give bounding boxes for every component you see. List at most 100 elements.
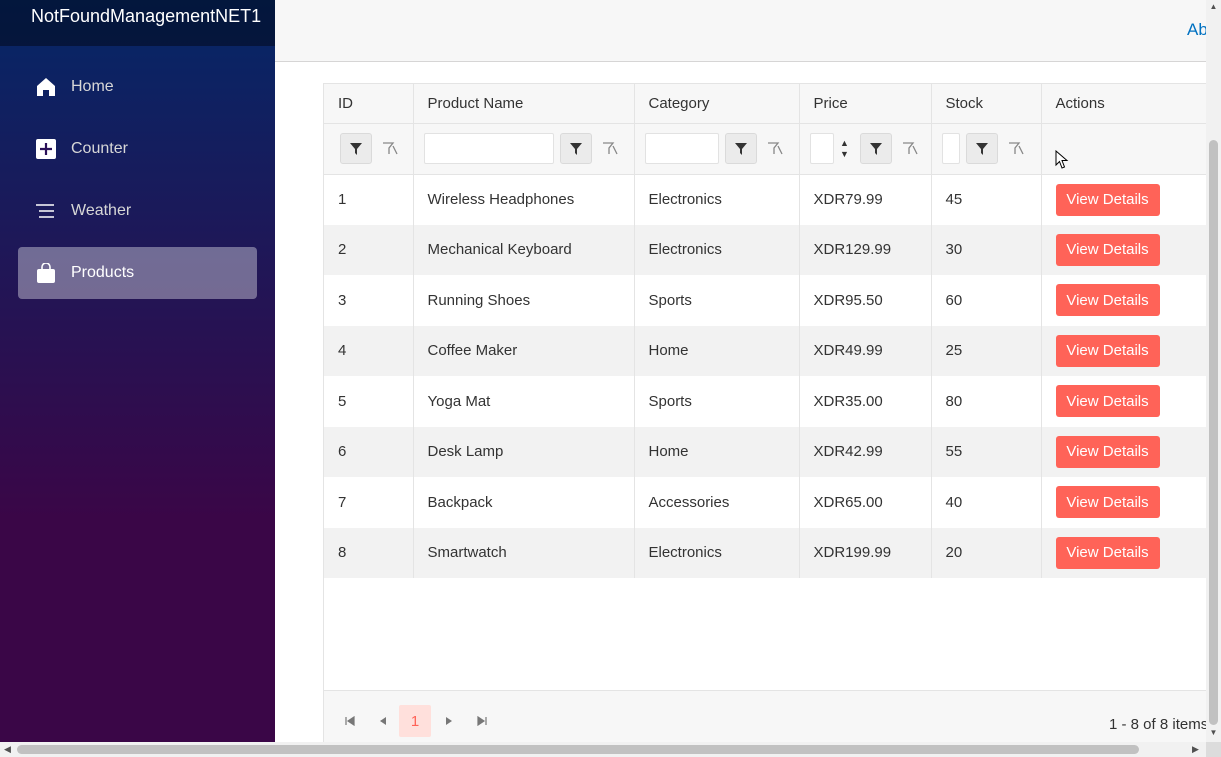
sidebar-item-label: Products — [71, 264, 135, 281]
table-row[interactable]: 2 Mechanical Keyboard Electronics XDR129.99… — [324, 224, 1206, 275]
cell-actions: View Details — [1041, 426, 1206, 477]
column-header-category[interactable]: Category — [634, 84, 800, 124]
view-details-button[interactable]: View Details — [1055, 183, 1160, 216]
clear-filter-icon[interactable] — [594, 133, 626, 164]
vertical-scroll-thumb[interactable] — [1209, 140, 1218, 725]
cell-product-name: Backpack — [413, 477, 635, 528]
filter-input-product-name[interactable] — [423, 133, 554, 164]
clear-filter-icon[interactable] — [759, 133, 791, 164]
column-header-stock[interactable]: Stock — [931, 84, 1042, 124]
cell-price: XDR79.99 — [799, 174, 932, 225]
previous-page-icon[interactable] — [367, 705, 399, 737]
view-details-button[interactable]: View Details — [1055, 536, 1160, 569]
view-details-button[interactable]: View Details — [1055, 334, 1160, 367]
filter-input-stock[interactable] — [941, 133, 960, 164]
cell-product-name: Wireless Headphones — [413, 174, 635, 225]
view-details-button[interactable]: View Details — [1055, 385, 1160, 418]
clear-filter-icon[interactable] — [894, 133, 926, 164]
view-details-button[interactable]: View Details — [1055, 233, 1160, 266]
cell-id: 1 — [324, 174, 414, 225]
cell-category: Home — [634, 325, 800, 376]
cell-id: 3 — [324, 275, 414, 326]
next-page-icon[interactable] — [433, 705, 465, 737]
filter-icon[interactable] — [965, 133, 998, 164]
cell-id: 6 — [324, 426, 414, 477]
cell-stock: 30 — [931, 224, 1042, 275]
about-link[interactable]: Ab — [1187, 20, 1206, 40]
filter-cell-price: ▲ ▼ — [799, 123, 932, 175]
plus-square-icon — [36, 139, 56, 159]
table-row[interactable]: 1 Wireless Headphones Electronics XDR79.99 4… — [324, 174, 1206, 225]
horizontal-scroll-thumb[interactable] — [17, 745, 1139, 754]
cell-category: Sports — [634, 275, 800, 326]
first-page-icon[interactable] — [334, 705, 366, 737]
scroll-right-icon[interactable]: ▶ — [1192, 744, 1199, 755]
sidebar-item-label: Weather — [71, 202, 132, 219]
cell-product-name: Smartwatch — [413, 527, 635, 578]
filter-icon[interactable] — [859, 133, 892, 164]
shopping-bag-icon — [36, 263, 56, 283]
cell-category: Sports — [634, 376, 800, 427]
cell-actions: View Details — [1041, 477, 1206, 528]
column-header-actions: Actions — [1041, 84, 1206, 124]
cell-actions: View Details — [1041, 224, 1206, 275]
app-brand[interactable]: NotFoundManagementNET1 — [0, 0, 275, 46]
horizontal-scrollbar[interactable]: ◀ ▶ — [0, 742, 1206, 757]
clear-filter-icon[interactable] — [374, 133, 406, 164]
filter-cell-product-name — [413, 123, 635, 175]
filter-cell-category — [634, 123, 800, 175]
nav-menu: Home Counter Weather Products — [0, 46, 275, 299]
cell-stock: 55 — [931, 426, 1042, 477]
filter-icon[interactable] — [340, 133, 372, 164]
filter-icon[interactable] — [724, 133, 757, 164]
last-page-icon[interactable] — [466, 705, 498, 737]
cell-id: 5 — [324, 376, 414, 427]
scroll-down-icon[interactable]: ▼ — [1206, 728, 1221, 737]
cell-category: Home — [634, 426, 800, 477]
cell-actions: View Details — [1041, 527, 1206, 578]
cell-price: XDR49.99 — [799, 325, 932, 376]
pager-info: 1 - 8 of 8 items — [1109, 716, 1206, 733]
column-header-product-name[interactable]: Product Name — [413, 84, 635, 124]
column-header-id[interactable]: ID — [324, 84, 414, 124]
view-details-button[interactable]: View Details — [1055, 284, 1160, 317]
table-row[interactable]: 6 Desk Lamp Home XDR42.99 55 View Details — [324, 426, 1206, 477]
sidebar: NotFoundManagementNET1 Home Counter Weat… — [0, 0, 275, 742]
cell-stock: 20 — [931, 527, 1042, 578]
cell-product-name: Running Shoes — [413, 275, 635, 326]
cell-product-name: Desk Lamp — [413, 426, 635, 477]
cell-price: XDR199.99 — [799, 527, 932, 578]
filter-cell-stock — [931, 123, 1042, 175]
sidebar-item-home[interactable]: Home — [18, 61, 257, 113]
filter-cell-id — [324, 123, 414, 175]
cell-price: XDR42.99 — [799, 426, 932, 477]
vertical-scrollbar[interactable]: ▲ ▼ — [1206, 0, 1221, 742]
scrollbar-corner — [1206, 742, 1221, 757]
numeric-spinner-icon[interactable]: ▲ ▼ — [836, 133, 854, 164]
clear-filter-icon[interactable] — [1000, 133, 1032, 164]
filter-input-category[interactable] — [644, 133, 719, 164]
filter-icon[interactable] — [559, 133, 592, 164]
main-content: Ab ID Product Name Category Price Stock … — [275, 0, 1206, 742]
scroll-up-icon[interactable]: ▲ — [1206, 2, 1221, 11]
view-details-button[interactable]: View Details — [1055, 435, 1160, 468]
scroll-left-icon[interactable]: ◀ — [4, 744, 11, 755]
cell-actions: View Details — [1041, 376, 1206, 427]
table-row[interactable]: 4 Coffee Maker Home XDR49.99 25 View Details — [324, 325, 1206, 376]
sidebar-item-counter[interactable]: Counter — [18, 123, 257, 175]
sidebar-item-weather[interactable]: Weather — [18, 185, 257, 237]
cell-product-name: Mechanical Keyboard — [413, 224, 635, 275]
cell-stock: 80 — [931, 376, 1042, 427]
table-row[interactable]: 8 Smartwatch Electronics XDR199.99 20 View De… — [324, 527, 1206, 578]
cell-actions: View Details — [1041, 275, 1206, 326]
filter-input-price[interactable] — [809, 133, 834, 164]
column-header-price[interactable]: Price — [799, 84, 932, 124]
sidebar-item-products[interactable]: Products — [18, 247, 257, 299]
table-row[interactable]: 5 Yoga Mat Sports XDR35.00 80 View Details — [324, 376, 1206, 427]
table-row[interactable]: 3 Running Shoes Sports XDR95.50 60 View Detai… — [324, 275, 1206, 326]
view-details-button[interactable]: View Details — [1055, 486, 1160, 519]
page-number-button[interactable]: 1 — [399, 705, 431, 737]
home-icon — [36, 77, 56, 97]
table-row[interactable]: 7 Backpack Accessories XDR65.00 40 View Detai… — [324, 477, 1206, 528]
cell-price: XDR35.00 — [799, 376, 932, 427]
